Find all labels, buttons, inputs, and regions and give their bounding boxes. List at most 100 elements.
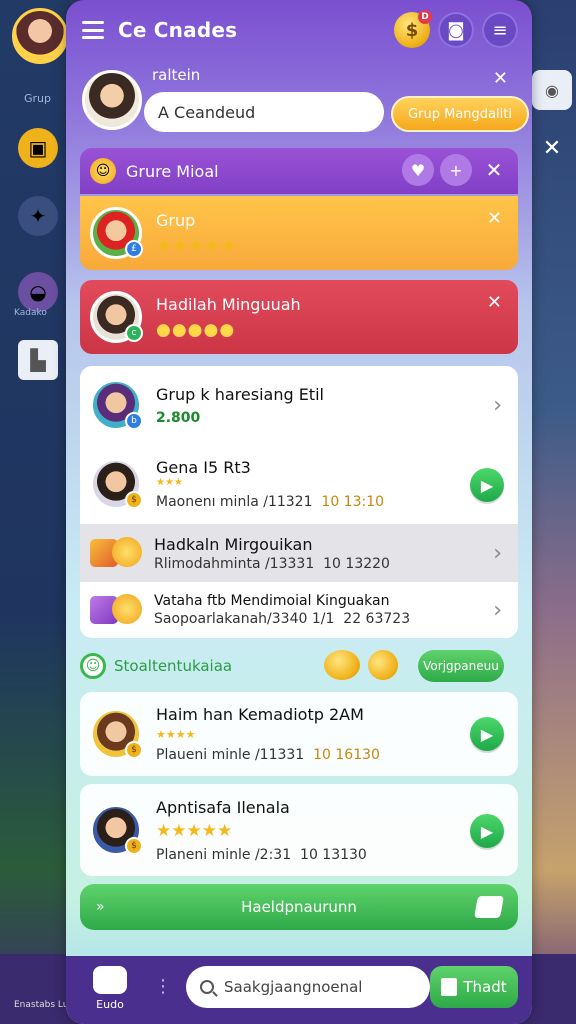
coin-button[interactable]: $ D — [394, 10, 432, 48]
chevron-right-icon[interactable]: › — [493, 393, 502, 418]
list-item[interactable]: b Grup k haresiang Etil 2.800 › — [80, 366, 518, 444]
chest-icon[interactable]: ▣ — [18, 128, 58, 168]
play-button[interactable]: ▶ — [470, 468, 504, 502]
nav-home-label: Eudo — [96, 998, 124, 1011]
send-button[interactable]: Thadt — [430, 966, 518, 1008]
avatar: b — [90, 379, 143, 431]
chevron-right-icon[interactable]: › — [493, 541, 502, 566]
bottom-nav: Eudo ⋮ Saakgjaangnoenal Thadt — [66, 956, 532, 1024]
item-time: 10 13220 — [323, 555, 390, 572]
item-title: Vataha ftb Mendimoial Kinguakan — [154, 593, 390, 609]
badge-icon: $ — [125, 741, 143, 759]
hat-icon[interactable]: ◒ — [18, 272, 58, 312]
gift-icon — [90, 590, 146, 630]
background-avatar[interactable] — [12, 8, 68, 64]
section-title: Stoaltentukaiaa — [114, 657, 233, 675]
avatar: $ — [90, 804, 143, 856]
item-time: 10 16130 — [313, 747, 380, 763]
close-icon[interactable]: ✕ — [487, 208, 502, 229]
item-meta: Maonenı minla /11321 — [156, 494, 313, 510]
background-label: Grup — [24, 92, 52, 105]
item-title: Haim han Kemadiotp 2AM — [156, 705, 364, 724]
map-icon[interactable]: ✦ — [18, 196, 58, 236]
smile-icon: ☺ — [80, 653, 106, 679]
home-icon — [93, 966, 127, 994]
item-meta: Saopoarlakanah/3340 1/1 — [154, 611, 335, 627]
main-action-button[interactable]: » Haeldpnaurunn — [80, 884, 518, 930]
nav-home[interactable]: Eudo — [88, 966, 132, 1011]
item-title: Hadkaln Mirgouikan — [154, 534, 313, 554]
badge-icon: $ — [125, 837, 143, 855]
send-button-label: Thadt — [463, 978, 507, 996]
group-title: Grure Mioal — [126, 161, 219, 181]
star-rating: ★★★ — [156, 477, 183, 488]
star-rating: ★★★★★ — [156, 820, 233, 841]
search-icon — [200, 980, 214, 994]
item-title: Apntisafa Ilenala — [156, 797, 290, 817]
group-panel: Ce Cnades $ D ◙ ≡ raltein A Ceandeud Grup… — [66, 0, 532, 1024]
close-button[interactable]: ✕ — [478, 154, 510, 186]
close-icon[interactable]: ✕ — [532, 128, 572, 168]
group-header: ☺ Grure Mioal ♥ + ✕ — [80, 148, 518, 194]
castle-icon[interactable]: ▙ — [18, 340, 58, 380]
profile-row: raltein A Ceandeud Grup Mangdaliti ✕ — [82, 66, 529, 142]
list-item[interactable]: Hadkaln Mirgouikan Rlimodahminta /13331 … — [80, 524, 518, 582]
avatar: $ — [90, 458, 143, 510]
play-button[interactable]: ▶ — [470, 814, 504, 848]
card-title: Grup — [156, 210, 196, 230]
add-button[interactable]: + — [440, 154, 472, 186]
play-button[interactable]: ▶ — [470, 717, 504, 751]
star-rating: ★★★★★ — [156, 235, 238, 256]
group-icon: ☺ — [90, 158, 116, 184]
item-title: Gena I5 Rt3 — [156, 458, 251, 477]
group-card[interactable]: £ Grup ★★★★★ ✕ — [80, 196, 518, 270]
item-meta: Planeni minle /2:31 — [156, 846, 292, 863]
group-name-field[interactable]: A Ceandeud — [144, 92, 384, 132]
header: Ce Cnades $ D ◙ ≡ — [66, 0, 532, 60]
profile-avatar[interactable] — [82, 70, 142, 130]
section-button[interactable]: Vorjgpaneuu — [418, 650, 504, 682]
menu-button[interactable]: ≡ — [482, 12, 518, 48]
controller-icon[interactable]: ◉ — [532, 70, 572, 110]
camera-button[interactable]: ◙ — [438, 12, 474, 48]
star-rating: ★★★★ — [156, 728, 196, 741]
more-icon[interactable]: ⋮ — [154, 976, 172, 997]
gift-icon — [90, 533, 146, 573]
badge-icon: c — [125, 324, 143, 342]
badge-icon: b — [125, 412, 143, 430]
item-time: 22 63723 — [343, 611, 411, 627]
chevron-right-icon[interactable]: › — [493, 598, 502, 623]
chevron-right-icon: » — [96, 899, 105, 915]
page-title: Ce Cnades — [118, 18, 238, 42]
item-score: 2.800 — [156, 409, 201, 426]
item-meta: Rlimodahminta /13331 — [154, 555, 315, 572]
edit-icon[interactable] — [474, 896, 504, 918]
card-title: Hadilah Minguuah — [156, 294, 301, 314]
close-icon[interactable]: ✕ — [493, 68, 508, 89]
list-menu-icon[interactable] — [82, 21, 104, 39]
item-time: 10 13130 — [300, 846, 367, 863]
avatar: $ — [90, 708, 143, 760]
search-input[interactable]: Saakgjaangnoenal — [186, 966, 430, 1008]
profile-name: raltein — [152, 66, 201, 84]
group-list: b Grup k haresiang Etil 2.800 › $ Gena I… — [80, 366, 518, 638]
item-time: 10 13:10 — [321, 494, 385, 510]
close-icon[interactable]: ✕ — [487, 292, 502, 313]
list-item[interactable]: $ Gena I5 Rt3 ★★★ Maonenı minla /11321 1… — [80, 444, 518, 524]
main-action-label: Haeldpnaurunn — [241, 898, 357, 916]
badge-icon: £ — [125, 240, 143, 258]
document-icon — [441, 978, 458, 996]
heart-button[interactable]: ♥ — [402, 154, 434, 186]
avatar: c — [90, 291, 143, 343]
list-item[interactable]: Vataha ftb Mendimoial Kinguakan Saopoarl… — [80, 582, 518, 638]
list-item[interactable]: $ Apntisafa Ilenala ★★★★★ Planeni minle … — [80, 784, 518, 876]
coin-icon — [324, 650, 360, 680]
item-meta: Plaueni minle /11331 — [156, 747, 305, 763]
coin-row: ●●●●● — [156, 319, 236, 340]
list-item[interactable]: $ Haim han Kemadiotp 2AM ★★★★ Plaueni mi… — [80, 692, 518, 776]
avatar: £ — [90, 207, 143, 259]
group-card[interactable]: c Hadilah Minguuah ●●●●● ✕ — [80, 280, 518, 354]
group-action-button[interactable]: Grup Mangdaliti — [391, 96, 529, 132]
coin-icon — [363, 645, 403, 685]
search-placeholder: Saakgjaangnoenal — [224, 978, 363, 996]
